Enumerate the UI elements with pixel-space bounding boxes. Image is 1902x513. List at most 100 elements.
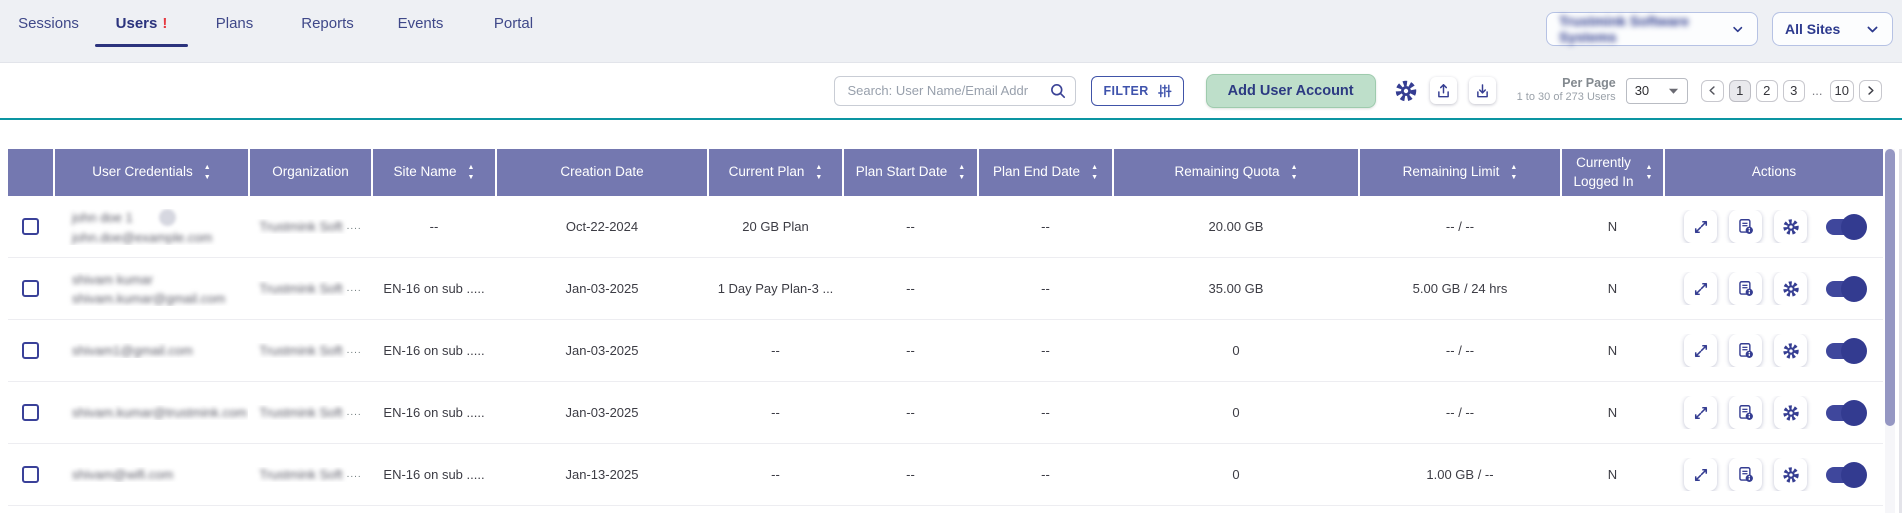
expand-button[interactable] (1684, 396, 1717, 429)
account-info-button[interactable] (1729, 272, 1762, 305)
column-header-remaining-quota[interactable]: Remaining Quota ▲▼ (1114, 149, 1358, 196)
row-settings-button[interactable] (1774, 210, 1807, 243)
top-right-selects: Trustmink Software Systems All Sites (1546, 12, 1893, 46)
page-button-10[interactable]: 10 (1830, 80, 1854, 102)
add-user-account-button[interactable]: Add User Account (1206, 74, 1376, 108)
sort-arrows[interactable]: ▲▼ (1091, 165, 1098, 181)
column-header-plan-start-date[interactable]: Plan Start Date ▲▼ (844, 149, 977, 196)
column-header-plan-end-date[interactable]: Plan End Date ▲▼ (979, 149, 1112, 196)
scrollbar-thumb[interactable] (1885, 149, 1895, 426)
search-icon[interactable] (1049, 82, 1067, 105)
filter-button[interactable]: FILTER (1091, 76, 1183, 106)
sort-arrows[interactable]: ▲▼ (468, 165, 475, 181)
column-header-organization[interactable]: Organization (250, 149, 371, 196)
tab-bar: Sessions Users ! Plans Reports Events Po… (2, 0, 560, 47)
sort-asc-icon[interactable]: ▲ (1291, 165, 1298, 171)
sort-arrows[interactable]: ▲▼ (1291, 165, 1298, 181)
page-number: 3 (1790, 83, 1797, 98)
tab-reports[interactable]: Reports (281, 0, 374, 47)
row-settings-button[interactable] (1774, 334, 1807, 367)
organization-truncation-dots: .... (347, 345, 362, 356)
tab-plans[interactable]: Plans (188, 0, 281, 47)
sort-desc-icon[interactable]: ▼ (1510, 175, 1517, 181)
column-header-remaining-limit[interactable]: Remaining Limit ▲▼ (1360, 149, 1560, 196)
sort-arrows[interactable]: ▲▼ (1510, 165, 1517, 181)
download-button[interactable] (1469, 77, 1496, 104)
plan-start-date-cell: -- (844, 405, 977, 420)
expand-button[interactable] (1684, 272, 1717, 305)
column-header-current-plan[interactable]: Current Plan ▲▼ (709, 149, 842, 196)
page-button-2[interactable]: 2 (1756, 80, 1778, 102)
enable-user-toggle[interactable] (1826, 467, 1864, 483)
next-page-button[interactable] (1859, 80, 1882, 102)
expand-button[interactable] (1684, 210, 1717, 243)
remaining-limit-cell: 1.00 GB / -- (1360, 467, 1560, 482)
sort-asc-icon[interactable]: ▲ (1510, 165, 1517, 171)
sort-arrows[interactable]: ▲▼ (204, 165, 211, 181)
account-info-button[interactable] (1729, 334, 1762, 367)
sort-arrows[interactable]: ▲▼ (958, 165, 965, 181)
account-info-button[interactable] (1729, 396, 1762, 429)
sort-desc-icon[interactable]: ▼ (815, 175, 822, 181)
enable-user-toggle[interactable] (1826, 219, 1864, 235)
enable-user-toggle[interactable] (1826, 405, 1864, 421)
account-info-button[interactable] (1729, 210, 1762, 243)
sort-asc-icon[interactable]: ▲ (204, 165, 211, 171)
tab-label: Portal (494, 15, 533, 32)
column-header-site-name[interactable]: Site Name ▲▼ (373, 149, 495, 196)
page-button-3[interactable]: 3 (1783, 80, 1805, 102)
enable-user-toggle[interactable] (1826, 343, 1864, 359)
sort-arrows[interactable]: ▲▼ (1646, 165, 1653, 181)
search-input[interactable] (834, 76, 1076, 106)
sort-desc-icon[interactable]: ▼ (468, 175, 475, 181)
expand-button[interactable] (1684, 334, 1717, 367)
main-panel: FILTER Add User Account (0, 62, 1902, 513)
sort-desc-icon[interactable]: ▼ (1091, 175, 1098, 181)
row-settings-button[interactable] (1774, 396, 1807, 429)
per-page-select[interactable]: 30 (1626, 78, 1688, 104)
sort-desc-icon[interactable]: ▼ (958, 175, 965, 181)
row-checkbox[interactable] (22, 466, 39, 483)
upload-icon (1435, 82, 1452, 99)
filter-button-label: FILTER (1103, 84, 1148, 98)
sort-desc-icon[interactable]: ▼ (1291, 175, 1298, 181)
sort-asc-icon[interactable]: ▲ (815, 165, 822, 171)
row-checkbox[interactable] (22, 280, 39, 297)
column-label: Site Name (394, 163, 457, 181)
sort-asc-icon[interactable]: ▲ (468, 165, 475, 171)
row-settings-button[interactable] (1774, 458, 1807, 491)
page-button-1[interactable]: 1 (1729, 80, 1751, 102)
row-checkbox[interactable] (22, 342, 39, 359)
site-filter-select[interactable]: All Sites (1772, 12, 1893, 46)
currently-logged-in-cell: N (1562, 281, 1663, 296)
sort-asc-icon[interactable]: ▲ (958, 165, 965, 171)
upload-button[interactable] (1430, 77, 1457, 104)
column-header-select (8, 149, 53, 196)
sort-arrows[interactable]: ▲▼ (815, 165, 822, 181)
site-name-cell: EN-16 on sub ..... (373, 281, 495, 296)
account-info-button[interactable] (1729, 458, 1762, 491)
sort-desc-icon[interactable]: ▼ (204, 175, 211, 181)
sort-asc-icon[interactable]: ▲ (1091, 165, 1098, 171)
expand-button[interactable] (1684, 458, 1717, 491)
organization-select[interactable]: Trustmink Software Systems (1546, 12, 1758, 46)
sort-asc-icon[interactable]: ▲ (1646, 165, 1653, 171)
expand-icon (1692, 342, 1710, 360)
row-checkbox[interactable] (22, 404, 39, 421)
toggle-knob (1841, 338, 1867, 364)
row-checkbox[interactable] (22, 218, 39, 235)
tab-portal[interactable]: Portal (467, 0, 560, 47)
enable-user-toggle[interactable] (1826, 281, 1864, 297)
tab-events[interactable]: Events (374, 0, 467, 47)
tab-users[interactable]: Users ! (95, 0, 188, 47)
table-vertical-scrollbar[interactable] (1885, 149, 1895, 513)
settings-gear-button[interactable] (1394, 79, 1418, 103)
prev-page-button[interactable] (1701, 80, 1724, 102)
tab-sessions[interactable]: Sessions (2, 0, 95, 47)
user-email: shivam.kumar@trustmink.com (72, 405, 248, 420)
column-header-currently-logged-in[interactable]: Currently Logged In ▲▼ (1562, 149, 1663, 196)
column-header-creation-date[interactable]: Creation Date (497, 149, 707, 196)
column-header-user-credentials[interactable]: User Credentials ▲▼ (55, 149, 248, 196)
row-settings-button[interactable] (1774, 272, 1807, 305)
sort-desc-icon[interactable]: ▼ (1646, 175, 1653, 181)
